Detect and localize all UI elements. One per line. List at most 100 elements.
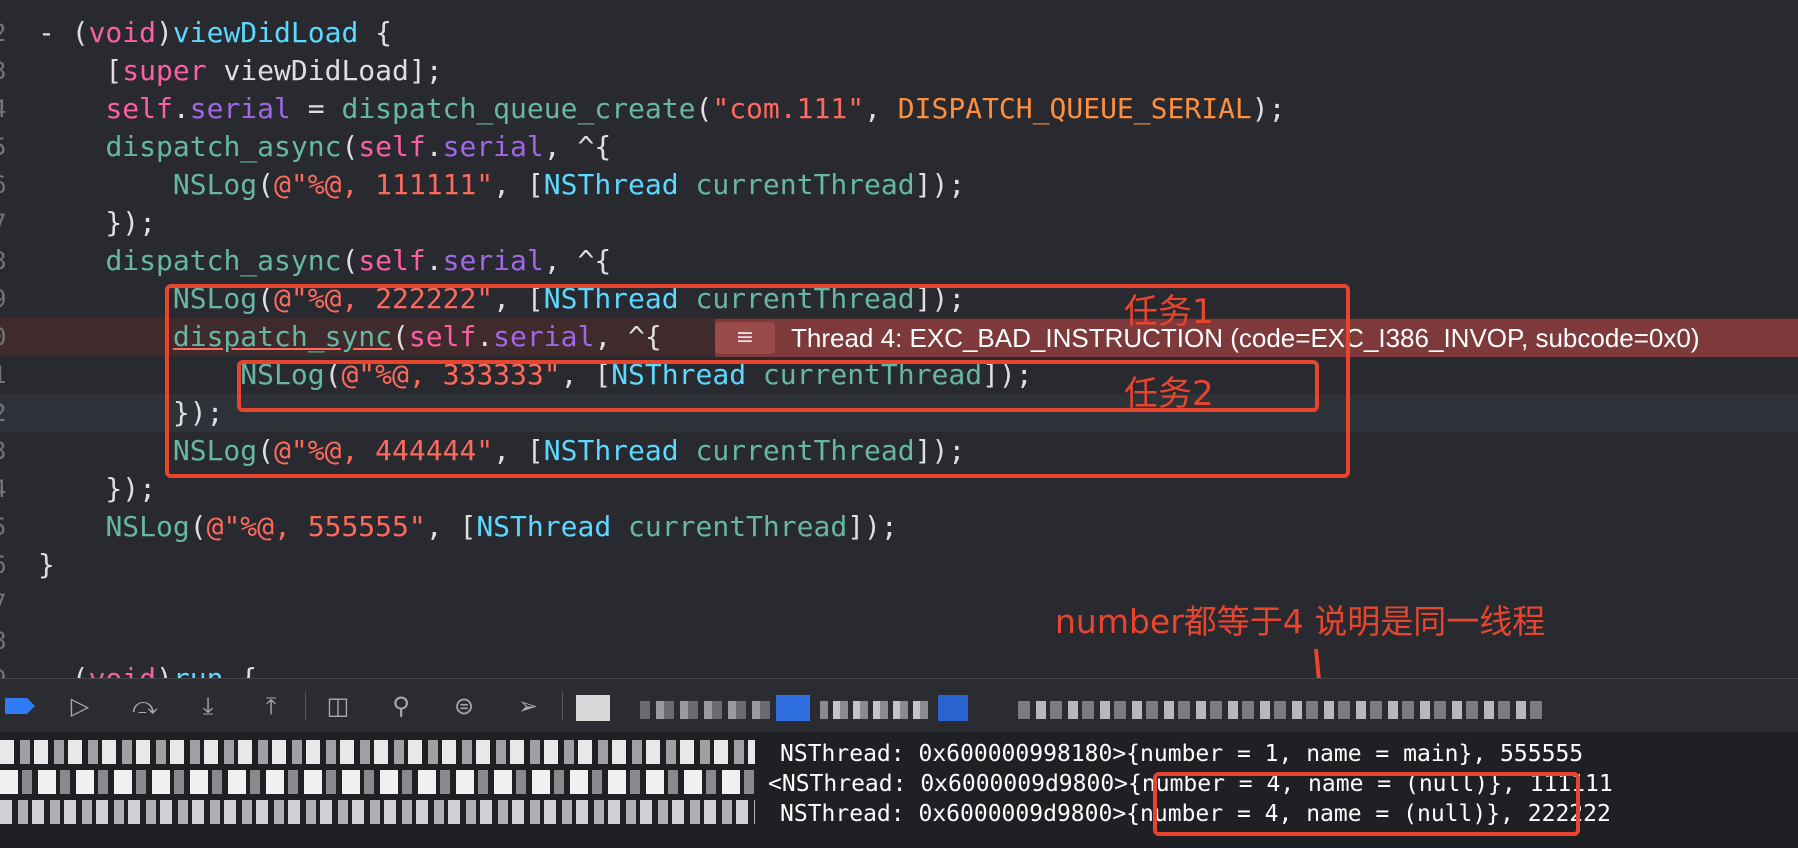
memory-graph-icon[interactable]: ⚲ bbox=[383, 688, 419, 724]
code-token: ( bbox=[189, 510, 207, 543]
code-line[interactable]: 5 dispatch_async(self.serial, ^{ bbox=[0, 128, 1798, 166]
code-token: void bbox=[88, 16, 157, 49]
code-token: dispatch_queue_create bbox=[341, 92, 696, 125]
code-text: }); bbox=[38, 470, 156, 508]
line-number: 5 bbox=[0, 508, 12, 546]
code-token: @"%@, 555555" bbox=[206, 510, 426, 543]
code-token: ) bbox=[156, 16, 173, 49]
code-token: @"%@, 111111" bbox=[274, 168, 494, 201]
code-token: ( bbox=[341, 244, 359, 277]
code-token: - ( bbox=[38, 16, 89, 49]
debug-view-hierarchy-icon[interactable]: ◫ bbox=[320, 688, 356, 724]
obscured-process-info bbox=[576, 695, 610, 721]
code-line[interactable]: 7 }); bbox=[0, 204, 1798, 242]
continue-icon[interactable]: ▷ bbox=[62, 688, 98, 724]
code-text: dispatch_async(self.serial, ^{ bbox=[38, 242, 611, 280]
code-token: "com.111" bbox=[712, 92, 865, 125]
code-line[interactable]: 3 [super viewDidLoad]; bbox=[0, 52, 1798, 90]
code-token: ); bbox=[1251, 92, 1286, 125]
line-number: 5 bbox=[0, 128, 12, 166]
thread-note-label: number都等于4 说明是同一线程 bbox=[1055, 602, 1546, 641]
code-text: (void)run { bbox=[38, 660, 257, 678]
line-number: 3 bbox=[0, 52, 12, 90]
line-number: 4 bbox=[0, 90, 12, 128]
code-token: }); bbox=[38, 472, 157, 505]
code-line[interactable]: 5 NSLog(@"%@, 555555", [NSThread current… bbox=[0, 508, 1798, 546]
code-token: ]); bbox=[847, 510, 898, 543]
code-token: currentThread bbox=[695, 168, 915, 201]
code-token: serial bbox=[442, 244, 544, 277]
line-number: 2 bbox=[0, 394, 12, 432]
code-text: } bbox=[38, 546, 55, 584]
breakpoint-toggle-icon[interactable] bbox=[2, 688, 38, 724]
code-token: super bbox=[122, 54, 207, 87]
code-token: self bbox=[105, 92, 173, 125]
line-number: 8 bbox=[0, 242, 12, 280]
code-token: serial bbox=[442, 130, 544, 163]
step-into-icon[interactable]: ⤓ bbox=[190, 688, 226, 724]
line-number: 9 bbox=[0, 280, 12, 318]
code-token: NSLog bbox=[105, 510, 190, 543]
line-number: 9 bbox=[0, 660, 12, 678]
toolbar-separator bbox=[305, 691, 306, 721]
code-token: }); bbox=[38, 206, 157, 239]
code-token: NSLog bbox=[172, 168, 258, 201]
line-number: 2 bbox=[0, 14, 12, 52]
code-token: viewDidLoad]; bbox=[206, 54, 443, 87]
toolbar-separator bbox=[562, 691, 563, 721]
code-token: . bbox=[172, 92, 190, 125]
code-token: ( bbox=[695, 92, 713, 125]
task2-label: 任务2 bbox=[1124, 374, 1214, 414]
obscured-log-prefix bbox=[0, 770, 755, 794]
code-token: , bbox=[864, 92, 898, 125]
code-line[interactable]: 9 (void)run { bbox=[0, 660, 1798, 678]
task1-label: 任务1 bbox=[1124, 292, 1214, 332]
obscured-process-info bbox=[938, 695, 968, 721]
code-token: dispatch_async bbox=[105, 244, 342, 277]
line-number: 0 bbox=[0, 318, 12, 356]
code-token: . bbox=[425, 244, 443, 277]
code-token: ) bbox=[156, 662, 173, 678]
line-number: 3 bbox=[0, 432, 12, 470]
thread-number-highlight-box bbox=[1153, 772, 1580, 836]
code-token: ]); bbox=[914, 168, 966, 201]
code-line[interactable]: 6 NSLog(@"%@, 111111", [NSThread current… bbox=[0, 166, 1798, 204]
environment-overrides-icon[interactable]: ⊜ bbox=[446, 688, 482, 724]
debug-toolbar: ▷ ⤼ ⤓ ⤒ ◫ ⚲ ⊜ ➢ bbox=[0, 678, 1798, 733]
step-out-icon[interactable]: ⤒ bbox=[253, 688, 289, 724]
code-token: , ^{ bbox=[543, 130, 612, 163]
line-number: 6 bbox=[0, 166, 12, 204]
code-text: - (void)viewDidLoad { bbox=[38, 14, 392, 52]
code-token: } bbox=[38, 548, 55, 581]
code-token: NSThread bbox=[476, 510, 612, 543]
code-line[interactable]: 6} bbox=[0, 546, 1798, 584]
line-number: 1 bbox=[0, 356, 12, 394]
obscured-log-prefix bbox=[0, 800, 755, 824]
code-text: [super viewDidLoad]; bbox=[38, 52, 443, 90]
step-over-icon[interactable]: ⤼ bbox=[127, 688, 163, 724]
simulate-location-icon[interactable]: ➢ bbox=[510, 688, 546, 724]
code-token: self bbox=[358, 130, 426, 163]
code-text: dispatch_async(self.serial, ^{ bbox=[38, 128, 611, 166]
code-line[interactable]: 8 dispatch_async(self.serial, ^{ bbox=[0, 242, 1798, 280]
line-number: 8 bbox=[0, 622, 12, 660]
line-number: 6 bbox=[0, 546, 12, 584]
line-number: 7 bbox=[0, 204, 12, 242]
code-token: ( bbox=[341, 130, 359, 163]
code-token: ( bbox=[38, 662, 89, 678]
console-line: NSThread: 0x600000998180>{number = 1, na… bbox=[780, 741, 1584, 767]
code-text: NSLog(@"%@, 111111", [NSThread currentTh… bbox=[38, 166, 965, 204]
obscured-log-prefix bbox=[0, 740, 755, 764]
code-token: NSThread bbox=[543, 168, 679, 201]
obscured-process-info bbox=[640, 701, 770, 719]
code-token: = bbox=[290, 92, 342, 125]
code-line[interactable]: 2 - (void)viewDidLoad { bbox=[0, 14, 1798, 52]
code-line[interactable]: 4 self.serial = dispatch_queue_create("c… bbox=[0, 90, 1798, 128]
code-text: }); bbox=[38, 204, 156, 242]
line-number: 7 bbox=[0, 584, 12, 622]
